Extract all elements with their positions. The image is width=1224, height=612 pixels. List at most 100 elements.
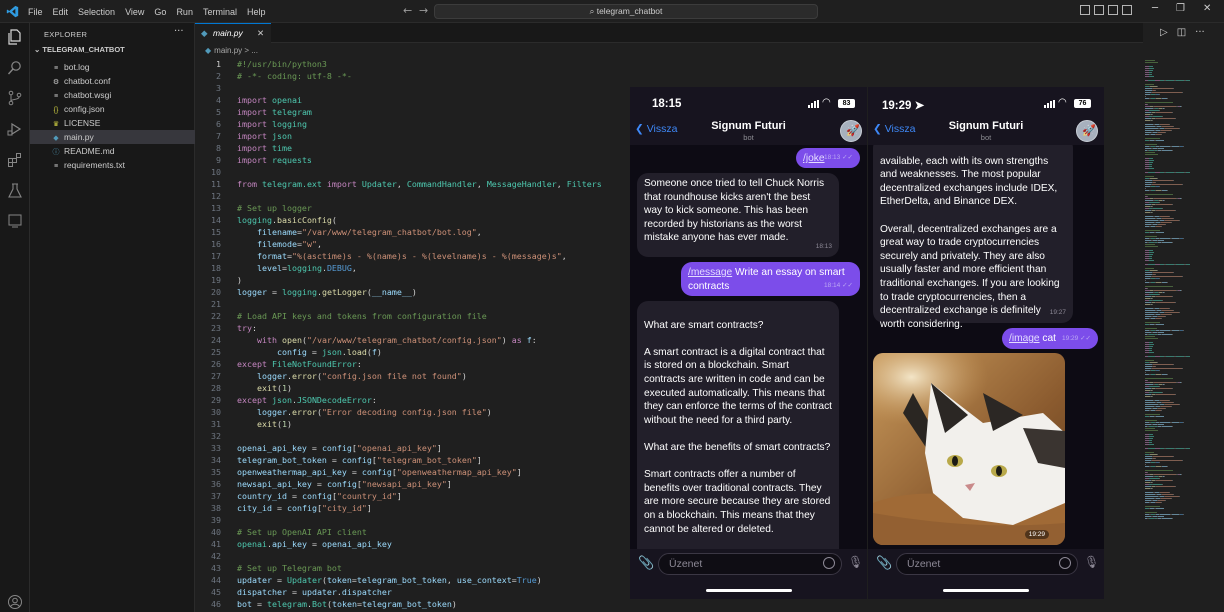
sticker-icon[interactable] — [1059, 557, 1071, 569]
code-line[interactable]: 46 bot = telegram.Bot(token=telegram_bot_… — [195, 598, 635, 610]
back-arrow-icon[interactable]: ← — [403, 4, 412, 17]
close-window-icon[interactable]: ✕ — [1203, 3, 1211, 14]
code-line[interactable]: 40 # Set up OpenAI API client — [195, 526, 635, 538]
menu-terminal[interactable]: Terminal — [203, 7, 237, 17]
close-tab-icon[interactable]: ✕ — [257, 24, 264, 43]
code-line[interactable]: 18 level=logging.DEBUG, — [195, 262, 635, 274]
code-line[interactable]: 43 # Set up Telegram bot — [195, 562, 635, 574]
file-item[interactable]: ≡ requirements.txt — [30, 158, 195, 172]
code-line[interactable]: 25 config = json.load(f) — [195, 346, 635, 358]
code-line[interactable]: 8 import time — [195, 142, 635, 154]
more-actions-icon[interactable]: ··· — [1195, 27, 1205, 38]
code-line[interactable]: 2 # -*- coding: utf-8 -*- — [195, 70, 635, 82]
run-python-icon[interactable]: ▷ — [1160, 27, 1168, 38]
code-line[interactable]: 15 filename="/var/www/telegram_chatbot/b… — [195, 226, 635, 238]
attach-icon[interactable]: 📎 — [638, 555, 654, 571]
code-line[interactable]: 17 format="%(asctime)s - %(name)s - %(le… — [195, 250, 635, 262]
extensions-icon[interactable] — [7, 152, 23, 168]
split-editor-icon[interactable]: ◫ — [1177, 27, 1186, 38]
command-link[interactable]: /message — [688, 267, 732, 278]
menu-view[interactable]: View — [125, 7, 144, 17]
run-debug-icon[interactable] — [7, 121, 23, 137]
code-line[interactable]: 10 — [195, 166, 635, 178]
code-line[interactable]: 41 openai.api_key = openai_api_key — [195, 538, 635, 550]
testing-icon[interactable] — [7, 183, 23, 199]
code-line[interactable]: 20 logger = logging.getLogger(__name__) — [195, 286, 635, 298]
toggle-panel-icon[interactable] — [1094, 5, 1104, 15]
code-line[interactable]: 38 city_id = config["city_id"] — [195, 502, 635, 514]
code-line[interactable]: 9 import requests — [195, 154, 635, 166]
file-item[interactable]: ⓘ README.md — [30, 144, 195, 158]
bot-avatar[interactable]: 🚀 — [840, 120, 862, 142]
code-line[interactable]: 7 import json — [195, 130, 635, 142]
code-line[interactable]: 33 openai_api_key = config["openai_api_ke… — [195, 442, 635, 454]
command-center-search[interactable]: ⌕ telegram_chatbot — [434, 4, 818, 19]
file-item[interactable]: ⚙ chatbot.conf — [30, 74, 195, 88]
file-item[interactable]: ♛ LICENSE — [30, 116, 195, 130]
code-line[interactable]: 31 exit(1) — [195, 418, 635, 430]
project-folder[interactable]: ⌄ TELEGRAM_CHATBOT — [34, 45, 125, 54]
code-line[interactable]: 6 import logging — [195, 118, 635, 130]
cat-photo[interactable]: 19:29 — [873, 353, 1065, 545]
code-line[interactable]: 42 — [195, 550, 635, 562]
code-line[interactable]: 12 — [195, 190, 635, 202]
message-input[interactable]: Üzenet — [896, 553, 1078, 575]
menu-help[interactable]: Help — [247, 7, 266, 17]
code-line[interactable]: 39 — [195, 514, 635, 526]
toggle-sidebar-icon[interactable] — [1080, 5, 1090, 15]
code-line[interactable]: 34 telegram_bot_token = config["telegram_… — [195, 454, 635, 466]
file-item[interactable]: {} config.json — [30, 102, 195, 116]
menu-edit[interactable]: Edit — [53, 7, 69, 17]
source-control-icon[interactable] — [7, 90, 23, 106]
code-line[interactable]: 44 updater = Updater(token=telegram_bot_t… — [195, 574, 635, 586]
code-line[interactable]: 21 — [195, 298, 635, 310]
code-line[interactable]: 1 #!/usr/bin/python3 — [195, 58, 635, 70]
microphone-icon[interactable]: 🎙 — [848, 555, 863, 569]
breadcrumb[interactable]: ◆ main.py > ... — [205, 44, 258, 58]
code-line[interactable]: 45 dispatcher = updater.dispatcher — [195, 586, 635, 598]
menu-file[interactable]: File — [28, 7, 43, 17]
code-line[interactable]: 32 — [195, 430, 635, 442]
file-item[interactable]: ◆ main.py — [30, 130, 195, 144]
code-line[interactable]: 30 logger.error("Error decoding config.j… — [195, 406, 635, 418]
code-line[interactable]: 24 with open("/var/www/telegram_chatbot/… — [195, 334, 635, 346]
code-line[interactable]: 11 from telegram.ext import Updater, Comm… — [195, 178, 635, 190]
file-item[interactable]: ≡ chatbot.wsgi — [30, 88, 195, 102]
more-actions-icon[interactable]: ··· — [174, 26, 184, 37]
sticker-icon[interactable] — [823, 557, 835, 569]
code-line[interactable]: 19) — [195, 274, 635, 286]
code-line[interactable]: 16 filemode="w", — [195, 238, 635, 250]
tab-main-py[interactable]: ◆ main.py ✕ — [195, 23, 271, 43]
code-line[interactable]: 35 openweathermap_api_key = config["openw… — [195, 466, 635, 478]
bot-avatar[interactable]: 🚀 — [1076, 120, 1098, 142]
menu-run[interactable]: Run — [176, 7, 193, 17]
code-line[interactable]: 37 country_id = config["country_id"] — [195, 490, 635, 502]
code-line[interactable]: 13 # Set up logger — [195, 202, 635, 214]
code-line[interactable]: 5 import telegram — [195, 106, 635, 118]
code-line[interactable]: 3 — [195, 82, 635, 94]
code-line[interactable]: 28 exit(1) — [195, 382, 635, 394]
code-line[interactable]: 23 try: — [195, 322, 635, 334]
customize-layout-icon[interactable] — [1122, 5, 1132, 15]
menu-go[interactable]: Go — [154, 7, 166, 17]
file-item[interactable]: ≡ bot.log — [30, 60, 195, 74]
command-link[interactable]: /image — [1009, 333, 1040, 344]
minimap[interactable] — [1143, 58, 1224, 612]
code-line[interactable]: 4 import openai — [195, 94, 635, 106]
explorer-icon[interactable] — [7, 29, 23, 45]
search-icon[interactable] — [7, 60, 23, 76]
restore-icon[interactable]: ❐ — [1176, 3, 1185, 14]
forward-arrow-icon[interactable]: → — [419, 4, 428, 17]
microphone-icon[interactable]: 🎙 — [1084, 555, 1099, 569]
code-line[interactable]: 14 logging.basicConfig( — [195, 214, 635, 226]
minimize-icon[interactable]: ─ — [1152, 3, 1158, 14]
command-link[interactable]: /joke — [803, 153, 825, 164]
code-line[interactable]: 22 # Load API keys and tokens from config… — [195, 310, 635, 322]
account-icon[interactable] — [7, 594, 23, 610]
code-line[interactable]: 26 except FileNotFoundError: — [195, 358, 635, 370]
code-line[interactable]: 27 logger.error("config.json file not fo… — [195, 370, 635, 382]
code-line[interactable]: 29 except json.JSONDecodeError: — [195, 394, 635, 406]
attach-icon[interactable]: 📎 — [876, 555, 892, 571]
menu-selection[interactable]: Selection — [78, 7, 115, 17]
remote-explorer-icon[interactable] — [7, 213, 23, 229]
